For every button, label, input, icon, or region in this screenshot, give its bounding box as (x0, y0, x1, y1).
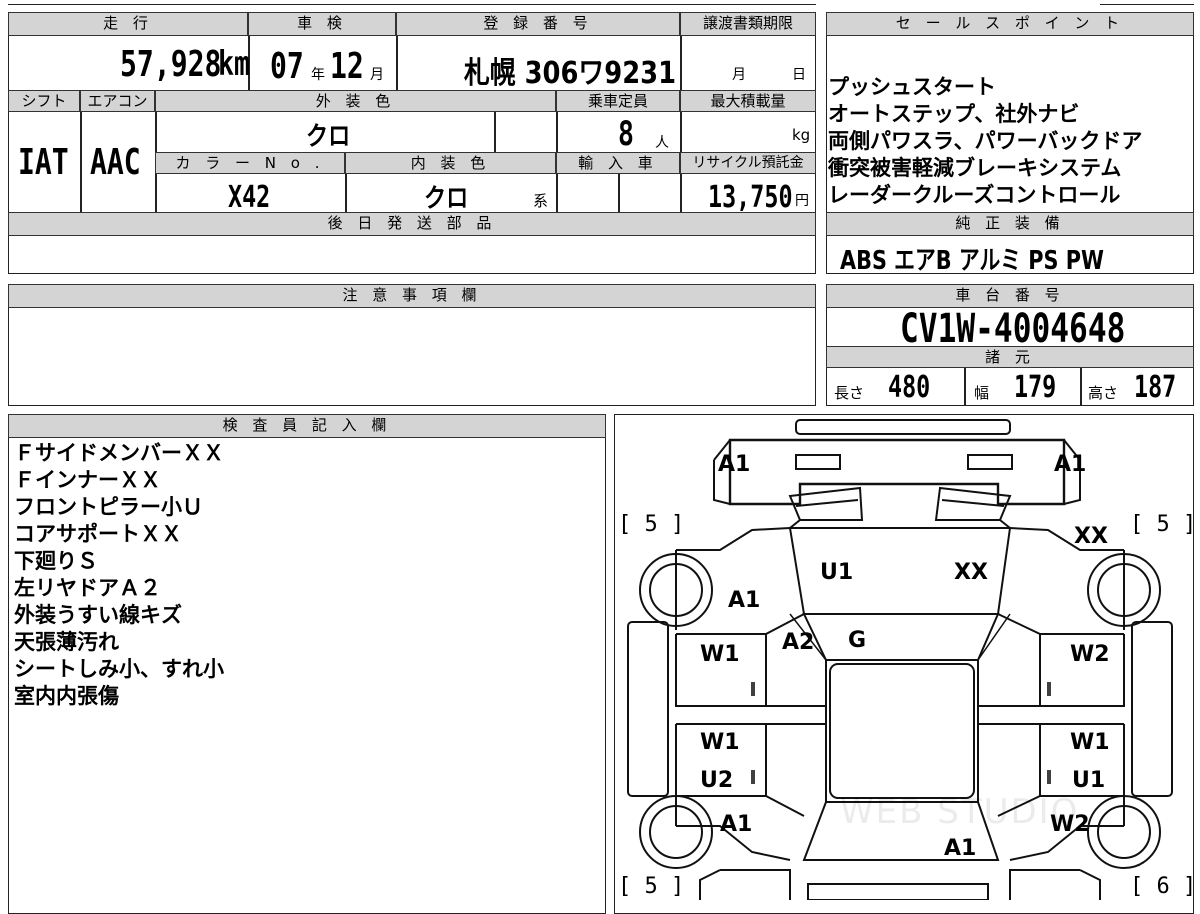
inspector-line: 外装うすい線キズ (14, 603, 182, 627)
length-value: 480 (888, 370, 931, 405)
transfer-deadline-header: 譲渡書類期限 (680, 12, 816, 36)
registration-value: 札幌 306ワ9231 (464, 56, 677, 91)
damage-rear-door-right-w: W1 (1070, 730, 1110, 755)
deadline-month: 月 (732, 67, 746, 83)
shaken-month: 12 (330, 46, 364, 87)
specs-header: 諸 元 (826, 346, 1194, 368)
exterior-color-value: クロ (306, 122, 351, 152)
inspector-line: ＦサイドメンバーＸＸ (14, 441, 224, 465)
shaken-year-unit: 年 (311, 67, 325, 83)
mileage-value: 57,928 (120, 44, 222, 85)
recycle-value: 13,750 (708, 180, 793, 215)
tire-mark-front-right: [ 5 ] (1130, 512, 1197, 537)
top-strip-right (1100, 0, 1194, 5)
capacity-unit: 人 (655, 135, 669, 151)
tire-mark-front-left: [ 5 ] (618, 512, 685, 537)
damage-front-right: A1 (1054, 452, 1087, 477)
inspector-line: 左リヤドアＡ２ (14, 576, 161, 600)
mileage-unit: km (218, 44, 250, 84)
length-label: 長さ (834, 384, 865, 402)
aircon-header: エアコン (80, 90, 155, 112)
width-label: 幅 (974, 384, 990, 402)
inspector-line: 天張薄汚れ (14, 630, 119, 654)
damage-rear-door-left-u: U2 (700, 768, 734, 793)
recycle-unit: 円 (795, 193, 809, 209)
shift-value: IAT (18, 142, 69, 183)
sales-point-line: 衝突被害軽減ブレーキシステム (828, 156, 1122, 180)
inspector-line: 下廻りＳ (14, 549, 98, 573)
shaken-month-unit: 月 (370, 67, 384, 83)
damage-rear-left: A1 (720, 812, 753, 837)
import-header: 輸 入 車 (556, 152, 680, 174)
max-load-header: 最大積載量 (680, 90, 816, 112)
inspector-line: フロントピラー小Ｕ (14, 495, 203, 519)
sales-points-header: セ ー ル ス ポ イ ン ト (826, 12, 1194, 36)
notes-header: 注 意 事 項 欄 (8, 284, 816, 308)
inspector-list: ＦサイドメンバーＸＸ ＦインナーＸＸ フロントピラー小Ｕ コアサポートＸＸ 下廻… (14, 440, 224, 710)
sales-point-line: プッシュスタート (828, 75, 996, 99)
interior-color-value: クロ (424, 184, 469, 214)
aircon-value: AAC (90, 142, 141, 183)
height-value: 187 (1134, 370, 1177, 405)
inspector-line: シートしみ小、すれ小 (14, 657, 224, 681)
damage-pillar-left: A2 (782, 630, 815, 655)
damage-front-door-left: W1 (700, 642, 740, 667)
chassis-header: 車 台 番 号 (826, 284, 1194, 308)
top-strip (8, 0, 816, 5)
genuine-equipment-value: ABS エアB アルミ PS PW (840, 246, 1104, 276)
tire-mark-rear-right: [ 6 ] (1130, 874, 1197, 899)
watermark: WEB STUDIO (840, 792, 1080, 832)
width-value: 179 (1014, 370, 1057, 405)
color-no-header: カ ラ ー N o . (155, 152, 345, 174)
interior-color-header: 内 装 色 (345, 152, 556, 174)
sales-point-line: レーダークルーズコントロール (828, 183, 1121, 207)
damage-front-left: A1 (718, 452, 751, 477)
later-parts-header: 後 日 発 送 部 品 (8, 212, 816, 236)
genuine-equipment-header: 純 正 装 備 (826, 212, 1194, 236)
damage-front-door-right: W2 (1070, 642, 1110, 667)
shift-header: シフト (8, 90, 80, 112)
damage-fender-left: A1 (728, 588, 761, 613)
tire-mark-rear-left: [ 5 ] (618, 874, 685, 899)
max-load-unit: kg (792, 126, 811, 144)
deadline-day: 日 (792, 67, 806, 83)
sales-points-list: プッシュスタート オートステップ、社外ナビ 両側パワスラ、パワーバックドア 衝突… (828, 74, 1142, 209)
damage-rear-door-right-u: U1 (1072, 768, 1106, 793)
inspector-line: ＦインナーＸＸ (14, 468, 161, 492)
color-no-value: X42 (228, 180, 271, 215)
inspector-line: 室内内張傷 (14, 684, 119, 708)
capacity-value: 8 (618, 114, 634, 154)
shaken-header: 車 検 (248, 12, 396, 36)
sales-point-line: オートステップ、社外ナビ (828, 102, 1080, 126)
damage-windshield: G (848, 628, 867, 653)
height-label: 高さ (1088, 384, 1119, 402)
inspector-header: 検 査 員 記 入 欄 (8, 414, 606, 438)
mileage-header: 走 行 (8, 12, 248, 36)
capacity-header: 乗車定員 (556, 90, 680, 112)
damage-fender-right: XX (1074, 524, 1108, 549)
sales-point-line: 両側パワスラ、パワーバックドア (828, 129, 1143, 153)
damage-rear-center: A1 (944, 836, 977, 861)
damage-rear-door-left-w: W1 (700, 730, 740, 755)
registration-header: 登 録 番 号 (396, 12, 680, 36)
recycle-header: リサイクル預託金 (680, 152, 816, 174)
damage-hood-left: U1 (820, 560, 854, 585)
shaken-year: 07 (270, 46, 304, 87)
exterior-color-header: 外 装 色 (155, 90, 556, 112)
inspector-line: コアサポートＸＸ (14, 522, 182, 546)
interior-color-suffix: 系 (533, 192, 549, 210)
damage-hood-right: XX (954, 560, 988, 585)
